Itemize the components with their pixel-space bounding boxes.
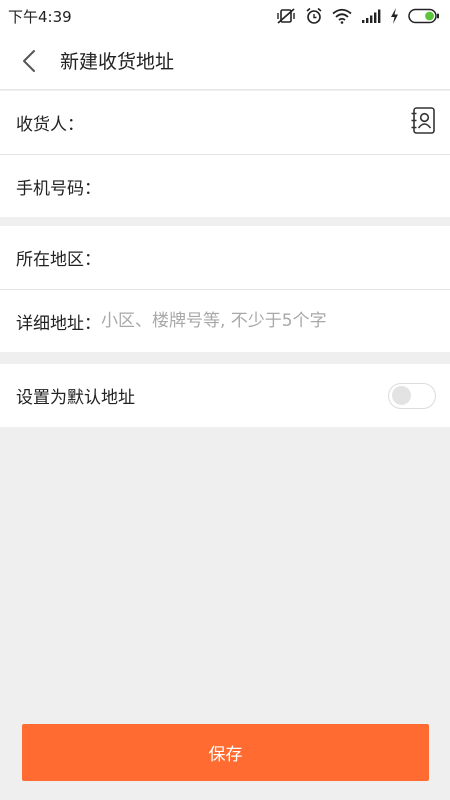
default-address-toggle[interactable] [388, 382, 436, 409]
default-address-row: 设置为默认地址 [0, 364, 450, 427]
phone-input[interactable] [101, 155, 434, 217]
save-button[interactable]: 保存 [22, 724, 429, 781]
recipient-label: 收货人： [16, 115, 84, 135]
page-title: 新建收货地址 [60, 51, 175, 73]
back-button[interactable] [0, 32, 58, 90]
battery-icon [408, 8, 440, 24]
chevron-left-icon [23, 49, 35, 72]
address-section: 所在地区： 详细地址： [0, 226, 450, 352]
new-address-screen: 下午4:39 新建收货地址 收货人： 手机号码： 所在地区： 详细地址： 小区、… [0, 0, 450, 800]
charging-icon [390, 8, 399, 24]
detail-row: 详细地址： [0, 289, 450, 352]
status-time: 下午4:39 [8, 7, 72, 26]
wifi-icon [332, 8, 352, 24]
nav-bar: 新建收货地址 [0, 32, 450, 90]
region-value [101, 226, 434, 289]
signal-icon [361, 9, 381, 23]
contact-book-icon[interactable] [410, 106, 436, 139]
default-section: 设置为默认地址 [0, 364, 450, 427]
status-icons [276, 7, 440, 25]
recipient-row: 收货人： [0, 91, 450, 154]
region-row[interactable]: 所在地区： [0, 226, 450, 289]
phone-row: 手机号码： [0, 154, 450, 217]
region-label: 所在地区： [16, 250, 101, 270]
muted-vibrate-icon [276, 7, 296, 25]
status-bar: 下午4:39 [0, 0, 450, 32]
recipient-input[interactable] [84, 91, 434, 154]
detail-address-input[interactable] [101, 290, 434, 352]
contact-section: 收货人： 手机号码： [0, 91, 450, 217]
default-address-label: 设置为默认地址 [16, 388, 135, 408]
phone-label: 手机号码： [16, 178, 101, 199]
toggle-knob [392, 386, 411, 405]
detail-label: 详细地址： [16, 313, 101, 334]
alarm-icon [305, 7, 323, 25]
